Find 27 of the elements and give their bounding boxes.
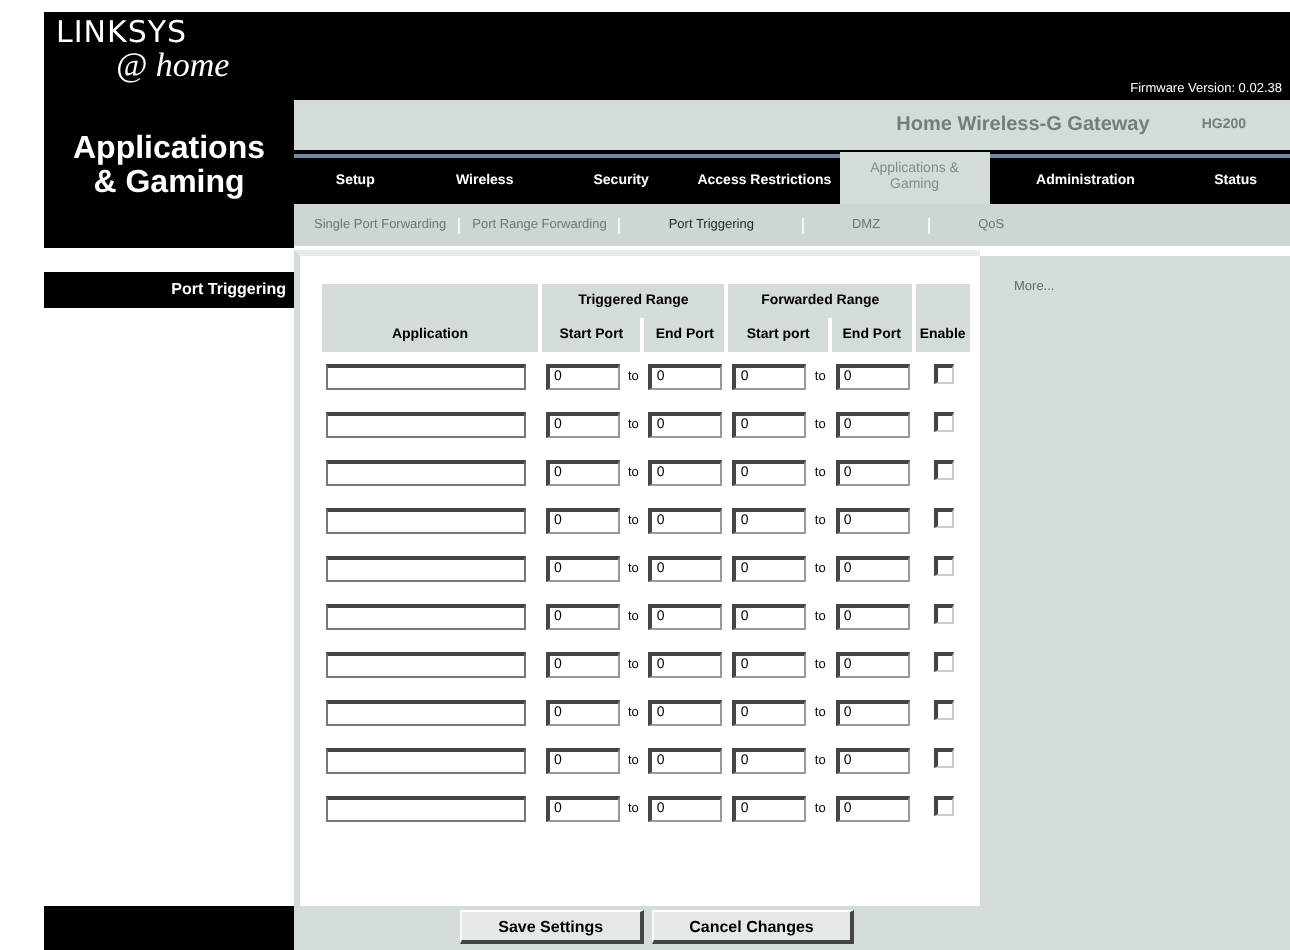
sidebar-label: Port Triggering	[44, 272, 294, 308]
enable-checkbox[interactable]	[933, 748, 954, 768]
enable-checkbox[interactable]	[933, 700, 954, 720]
application-field[interactable]	[326, 699, 526, 725]
application-field[interactable]	[326, 411, 526, 437]
enable-checkbox[interactable]	[933, 364, 954, 384]
application-field[interactable]	[326, 507, 526, 533]
header-cell	[915, 284, 972, 318]
application-field[interactable]	[326, 603, 526, 629]
enable-checkbox[interactable]	[933, 796, 954, 816]
action-button[interactable]: Save Settings	[460, 910, 644, 944]
application-field[interactable]	[326, 555, 526, 581]
application-field[interactable]	[326, 459, 526, 485]
application-field[interactable]	[326, 795, 526, 821]
product-name: Home Wireless-G Gateway	[896, 114, 1150, 136]
enable-checkbox[interactable]	[933, 412, 954, 432]
enable-checkbox[interactable]	[933, 508, 954, 528]
logo: LINKSYS @ home	[54, 12, 232, 88]
application-field[interactable]	[326, 363, 526, 389]
section-title: Applications & Gaming	[70, 130, 267, 200]
enable-checkbox[interactable]	[933, 652, 954, 672]
action-button[interactable]: Cancel Changes	[651, 910, 854, 944]
enable-checkbox[interactable]	[933, 460, 954, 480]
enable-checkbox[interactable]	[933, 556, 954, 576]
enable-checkbox[interactable]	[933, 604, 954, 624]
application-field[interactable]	[326, 747, 526, 773]
application-field[interactable]	[326, 651, 526, 677]
